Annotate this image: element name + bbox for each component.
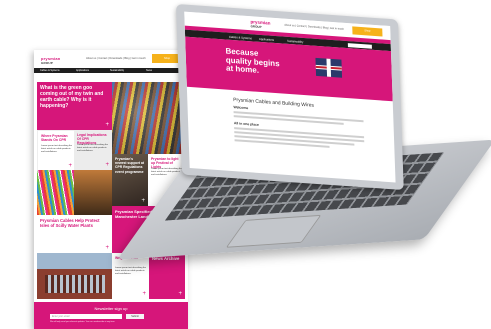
plus-icon: + <box>105 245 109 251</box>
newsletter-email-input[interactable]: Enter your email <box>50 314 122 319</box>
building-image <box>37 253 112 299</box>
wrights-tower-tile[interactable]: Wrights Tower Lorem ipsum text describin… <box>112 253 149 299</box>
event-tile-title: Prysmian's newest support at CPR Regulat… <box>115 157 145 174</box>
plus-icon: + <box>105 122 109 128</box>
nav-item-applications[interactable]: Applications <box>76 69 89 72</box>
hero-tile-title: What is the green goo coming out of my t… <box>40 85 104 109</box>
plus-icon: + <box>178 291 182 297</box>
event-image-tile[interactable]: Prysmian's newest support at CPR Regulat… <box>112 154 148 206</box>
hero-tile[interactable]: What is the green goo coming out of my t… <box>37 82 112 130</box>
laptop-welcome-heading: Welcome <box>233 105 249 111</box>
newsletter-fine-print: We will only send you relevant updates. … <box>50 321 116 323</box>
laptop-subheading: All in one place <box>233 121 259 127</box>
plus-icon: + <box>105 162 109 168</box>
cpr-stance-tile[interactable]: Where Prysmian Stands On CPR Lorem ipsum… <box>37 130 76 172</box>
laptop-hero-text: Because quality begins at home. <box>225 46 280 76</box>
plus-icon: + <box>142 291 146 297</box>
colorful-cables-image <box>37 170 74 215</box>
laptop-brand-logo[interactable]: prysmian GROUP <box>250 19 270 29</box>
nav-item-sustainability[interactable]: Sustainability <box>110 69 124 72</box>
newsletter-submit-button[interactable]: Submit <box>126 314 144 319</box>
scilly-tile[interactable]: Prysmian Cables Help Protect Isles of Sc… <box>37 215 112 253</box>
news-archive-tile[interactable]: News Archive + <box>149 253 185 299</box>
plus-icon: + <box>141 198 145 204</box>
nav-item-cables[interactable]: Cables & Systems <box>40 69 60 72</box>
cpr-legal-body: Lorem ipsum text describing the latest a… <box>77 144 109 152</box>
website-page-mockup: prysmian GROUP About us | Contact | Down… <box>34 50 188 329</box>
newsletter-section: Newsletter sign up Enter your email Subm… <box>34 302 188 329</box>
wrights-tower-body: Lorem ipsum text describing the latest a… <box>115 267 147 275</box>
scilly-tile-title: Prysmian Cables Help Protect Isles of Sc… <box>40 218 100 228</box>
cables-image-tile <box>112 82 185 154</box>
cpr-legal-tile[interactable]: Legal Implications Of CPR Regulations Lo… <box>74 130 112 170</box>
top-links[interactable]: About us | Contact | Downloads | Blog | … <box>86 57 146 60</box>
newsletter-title: Newsletter sign up <box>94 306 128 311</box>
main-nav: Cables & Systems Applications Sustainabi… <box>34 68 188 73</box>
laptop-trackpad <box>225 214 322 248</box>
nav-item-news[interactable]: News <box>146 69 152 72</box>
warehouse-image <box>74 170 112 215</box>
brand-group: GROUP <box>41 61 54 65</box>
cpr-stance-body: Lorem ipsum text describing the latest a… <box>41 145 73 153</box>
brand-logo[interactable]: prysmian GROUP <box>41 56 60 65</box>
union-jack-icon <box>315 57 343 78</box>
laptop-promo-button[interactable]: Shop <box>352 26 383 37</box>
cpr-stance-title: Where Prysmian Stands On CPR <box>41 134 68 143</box>
laptop-website: prysmian GROUP About us | Contact | Down… <box>184 11 396 183</box>
plus-icon: + <box>68 163 72 169</box>
page-header: prysmian GROUP About us | Contact | Down… <box>34 50 188 68</box>
laptop-top-links[interactable]: About us | Contact | Downloads | Blog | … <box>284 24 344 31</box>
laptop-screen: prysmian GROUP About us | Contact | Down… <box>176 4 404 191</box>
